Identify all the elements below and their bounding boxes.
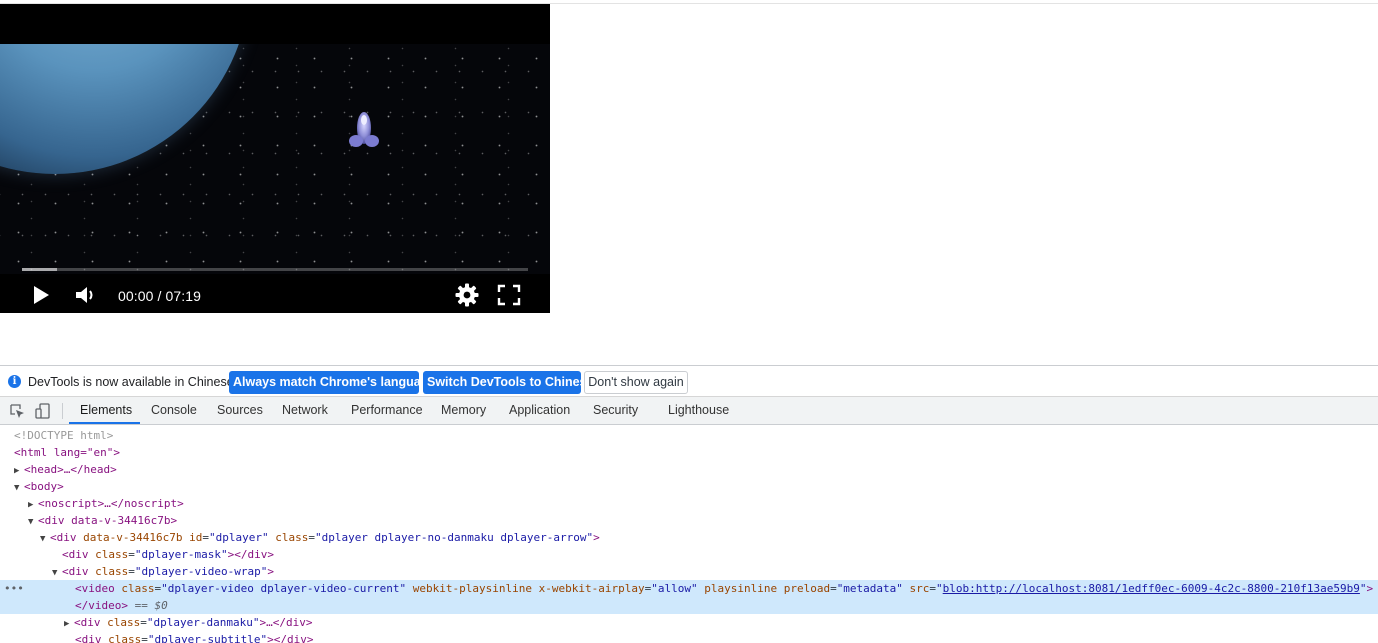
- mask-class-value: "dplayer-mask": [134, 548, 228, 561]
- dom-node-doctype[interactable]: <!DOCTYPE html>: [0, 427, 1378, 444]
- wrap-class-value: "dplayer-video-wrap": [134, 565, 268, 578]
- elements-tree: <!DOCTYPE html> <html lang="en"> ▶ <head>…: [0, 425, 1378, 643]
- dom-node-noscript[interactable]: ▶ <noscript>…</noscript>: [0, 495, 1378, 512]
- info-icon: i: [8, 375, 21, 388]
- dom-node-mask[interactable]: <div class="dplayer-mask"></div>: [0, 546, 1378, 563]
- danmaku-class-value: "dplayer-danmaku": [146, 616, 260, 629]
- body-tag: <body>: [24, 480, 64, 493]
- head-tag: <head>…</head>: [24, 463, 117, 476]
- attr-airplay-value: "allow": [651, 582, 698, 595]
- fullscreen-icon[interactable]: [497, 284, 521, 306]
- tab-lighthouse[interactable]: Lighthouse: [668, 397, 729, 424]
- div-v-tag: <div data-v-34416c7b>: [38, 514, 178, 527]
- tab-console[interactable]: Console: [151, 397, 197, 424]
- devtools-panel: i DevTools is now available in Chinese! …: [0, 365, 1378, 643]
- dplayer-tag-name: div: [56, 531, 77, 544]
- dom-node-dplayer[interactable]: ▼ <div data-v-34416c7b id="dplayer" class…: [0, 529, 1378, 546]
- progress-bar[interactable]: [22, 268, 528, 271]
- tab-separator: [62, 403, 63, 419]
- video-planet: [0, 44, 250, 174]
- video-class-value: "dplayer-video dplayer-video-current": [161, 582, 407, 595]
- dont-show-again-button[interactable]: Don't show again: [584, 371, 688, 394]
- dom-node-danmaku[interactable]: ▶ <div class="dplayer-danmaku">…</div>: [0, 614, 1378, 631]
- device-toolbar-icon[interactable]: [35, 403, 51, 419]
- switch-language-button[interactable]: Switch DevTools to Chinese: [423, 371, 593, 394]
- doctype-text: <!DOCTYPE html>: [14, 429, 114, 442]
- volume-icon[interactable]: [73, 283, 97, 307]
- attr-id-value: "dplayer": [208, 531, 269, 544]
- dom-node-video-wrap[interactable]: ▼ <div class="dplayer-video-wrap">: [0, 563, 1378, 580]
- dom-node-body[interactable]: ▼ <body>: [0, 478, 1378, 495]
- tab-memory[interactable]: Memory: [441, 397, 486, 424]
- video-frame[interactable]: [0, 44, 550, 274]
- inspect-element-icon[interactable]: [9, 403, 25, 419]
- attr-class-value: "dplayer dplayer-no-danmaku dplayer-arro…: [314, 531, 594, 544]
- dom-node-subtitle[interactable]: <div class="dplayer-subtitle"></div>: [0, 631, 1378, 643]
- attr-preload: preload: [783, 582, 831, 595]
- time-display: 00:00 / 07:19: [118, 288, 202, 304]
- attr-id: id: [189, 531, 203, 544]
- dom-node-video-close[interactable]: </video> == $0: [0, 597, 1378, 614]
- noscript-tag: <noscript>…</noscript>: [38, 497, 184, 510]
- player-controls: 00:00 / 07:19: [0, 264, 550, 313]
- dom-node-head[interactable]: ▶ <head>…</head>: [0, 461, 1378, 478]
- tab-application[interactable]: Application: [509, 397, 570, 424]
- tab-elements[interactable]: Elements: [80, 397, 132, 424]
- attr-src: src: [909, 582, 930, 595]
- infobar-message: DevTools is now available in Chinese!: [28, 375, 238, 389]
- tab-sources[interactable]: Sources: [217, 397, 263, 424]
- play-icon[interactable]: [30, 284, 52, 306]
- attr-webkit-playsinline: webkit-playsinline: [412, 582, 533, 595]
- attr-airplay: x-webkit-airplay: [538, 582, 645, 595]
- language-infobar: i DevTools is now available in Chinese! …: [0, 366, 1378, 397]
- match-language-button[interactable]: Always match Chrome's language: [229, 371, 435, 394]
- html-tag: <html lang="en">: [14, 446, 120, 459]
- dom-node-video-selected[interactable]: ••• <video class="dplayer-video dplayer-…: [0, 580, 1378, 597]
- active-tab-indicator: [69, 422, 140, 424]
- attr-class: class: [275, 531, 309, 544]
- devtools-tabbar: Elements Console Sources Network Perform…: [0, 397, 1378, 425]
- progress-buffered: [22, 268, 58, 271]
- selected-node-marker: == $0: [134, 599, 168, 612]
- attr-data-v: data-v-34416c7b: [83, 531, 183, 544]
- attr-preload-value: "metadata": [836, 582, 903, 595]
- video-player[interactable]: 00:00 / 07:19: [0, 4, 550, 313]
- settings-gear-icon[interactable]: [455, 283, 479, 307]
- more-options-icon[interactable]: •••: [4, 580, 24, 597]
- tab-performance[interactable]: Performance: [351, 397, 423, 424]
- tab-security[interactable]: Security: [593, 397, 638, 424]
- dom-node-div-v[interactable]: ▼ <div data-v-34416c7b>: [0, 512, 1378, 529]
- attr-playsinline: playsinline: [704, 582, 778, 595]
- video-spaceship: [349, 112, 379, 147]
- video-src-link[interactable]: blob:http://localhost:8081/1edff0ec-6009…: [943, 582, 1360, 595]
- tab-network[interactable]: Network: [282, 397, 328, 424]
- dom-node-html[interactable]: <html lang="en">: [0, 444, 1378, 461]
- video-close-tag: </video>: [75, 599, 128, 612]
